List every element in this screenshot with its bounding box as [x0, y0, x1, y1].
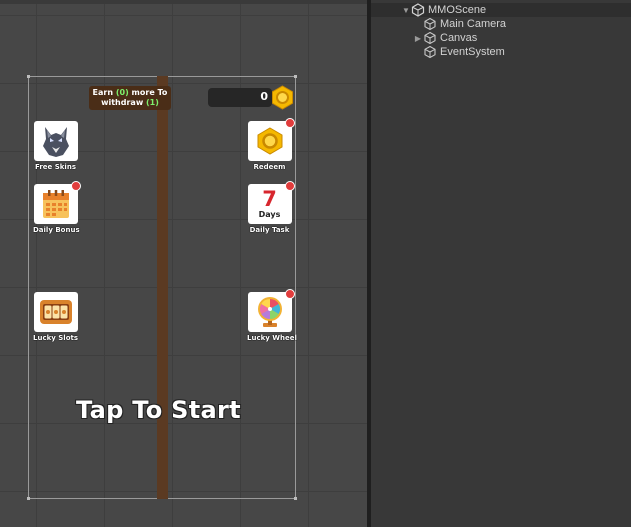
free-skins-button[interactable]: Free Skins: [33, 121, 78, 171]
tree-trunk-graphic: [157, 76, 168, 499]
coin-icon: [272, 85, 293, 110]
hierarchy-item-main-camera[interactable]: Main Camera: [423, 17, 506, 31]
redeem-button[interactable]: Redeem: [247, 118, 295, 171]
canvas-corner-handle[interactable]: [27, 497, 30, 500]
coin-balance: 0: [208, 88, 272, 107]
gameobject-cube-icon: [424, 17, 436, 31]
notification-badge: [284, 289, 295, 299]
wolf-icon: [42, 127, 69, 157]
lucky-wheel-button[interactable]: Lucky Wheel: [247, 289, 297, 342]
tap-to-start-text[interactable]: Tap To Start: [76, 396, 241, 424]
earn-withdraw-banner: Earn (0) more To withdraw (1): [89, 86, 171, 110]
lucky-slots-label: Lucky Slots: [33, 334, 79, 342]
daily-bonus-button[interactable]: Daily Bonus: [33, 181, 81, 234]
hierarchy-item-event-system[interactable]: EventSystem: [423, 45, 505, 59]
coin-icon: [257, 127, 282, 155]
hierarchy-item-label: Canvas: [440, 32, 478, 44]
lucky-slots-button[interactable]: Lucky Slots: [33, 292, 78, 342]
earn-amount: (0): [115, 88, 129, 97]
redeem-label: Redeem: [253, 163, 286, 171]
hierarchy-item-label: EventSystem: [440, 46, 505, 58]
daily-task-days: Days: [258, 210, 281, 219]
daily-task-button[interactable]: 7 Days Daily Task: [247, 181, 295, 234]
daily-task-label: Daily Task: [249, 226, 290, 234]
lucky-wheel-tile[interactable]: [247, 289, 295, 332]
daily-bonus-tile[interactable]: [33, 181, 81, 224]
earn-withdraw: withdraw: [101, 98, 144, 107]
expand-arrow-icon[interactable]: ▼: [401, 6, 411, 15]
scene-toolbar: [0, 0, 367, 4]
notification-badge: [284, 118, 295, 128]
scene-name: MMOScene: [428, 4, 487, 16]
canvas-corner-handle[interactable]: [294, 497, 297, 500]
hierarchy-scene-row[interactable]: ▼ MMOScene: [371, 3, 631, 17]
canvas-corner-handle[interactable]: [294, 75, 297, 78]
prize-wheel-icon: [257, 297, 282, 327]
coin-count: 0: [260, 90, 268, 103]
slot-machine-icon: [39, 300, 72, 324]
daily-bonus-label: Daily Bonus: [33, 226, 80, 234]
canvas-corner-handle[interactable]: [27, 75, 30, 78]
notification-badge: [284, 181, 295, 191]
gameobject-cube-icon: [424, 45, 436, 59]
lucky-slots-tile[interactable]: [33, 292, 78, 332]
notification-badge: [70, 181, 81, 191]
gameobject-cube-icon: [424, 31, 436, 45]
hierarchy-item-label: Main Camera: [440, 18, 507, 30]
calendar-icon: [42, 190, 69, 218]
unity-scene-icon: [411, 3, 425, 17]
daily-task-tile[interactable]: 7 Days: [247, 181, 295, 224]
expand-arrow-icon[interactable]: ▶: [413, 34, 423, 43]
scene-view[interactable]: Earn (0) more To withdraw (1) 0 Free Ski…: [0, 0, 367, 527]
hierarchy-panel: ▼ MMOScene Main Camera ▶ Canvas EventSys…: [371, 0, 631, 527]
free-skins-label: Free Skins: [35, 163, 76, 171]
earn-prefix: Earn: [92, 88, 114, 97]
redeem-tile[interactable]: [247, 118, 295, 161]
earn-count: (1): [146, 98, 159, 107]
free-skins-tile[interactable]: [33, 121, 78, 161]
hierarchy-item-canvas[interactable]: ▶ Canvas: [413, 31, 477, 45]
earn-middle: more To: [131, 88, 168, 97]
lucky-wheel-label: Lucky Wheel: [247, 334, 297, 342]
daily-task-number: 7: [262, 187, 277, 211]
